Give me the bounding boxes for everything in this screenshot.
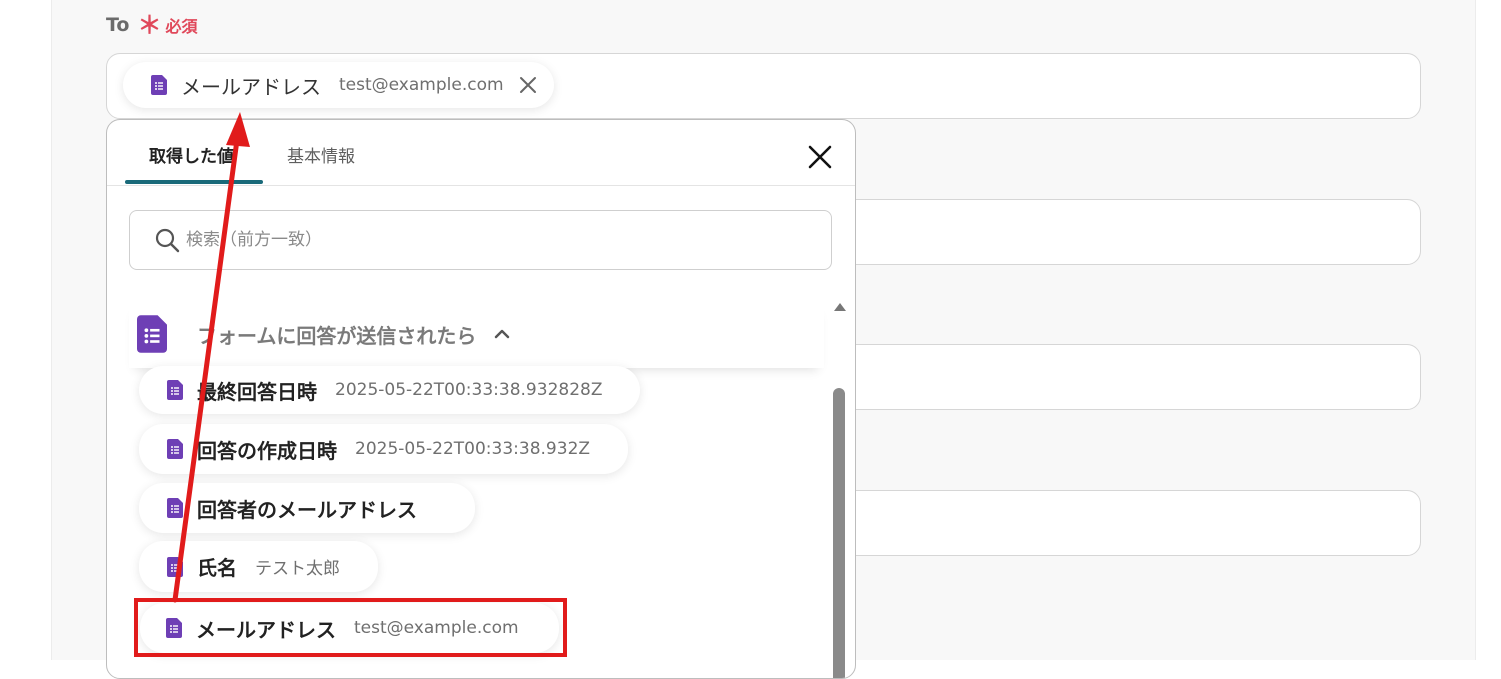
annotation-arrow xyxy=(172,112,250,603)
